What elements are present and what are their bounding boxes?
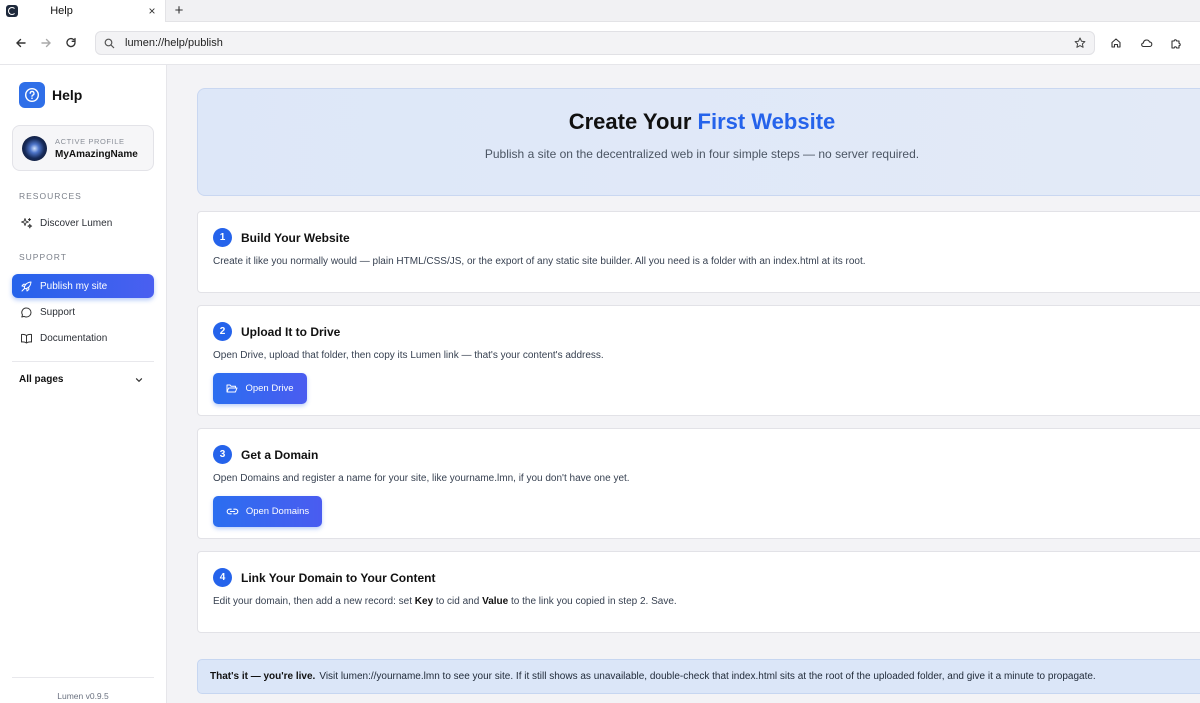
- sidebar-item-support[interactable]: Support: [12, 300, 154, 324]
- step-title: Get a Domain: [241, 447, 319, 462]
- step-number: 4: [213, 568, 232, 587]
- chevron-down-icon: [135, 377, 143, 382]
- address-url[interactable]: lumen://help/publish: [125, 37, 1074, 49]
- search-icon: [104, 38, 115, 48]
- reload-button[interactable]: [60, 32, 82, 54]
- step-description: Edit your domain, then add a new record:…: [213, 596, 1191, 607]
- book-icon: [19, 331, 33, 345]
- all-pages-toggle[interactable]: All pages: [19, 374, 144, 385]
- step-description: Open Domains and register a name for you…: [213, 473, 630, 484]
- step-card-3: 3 Get a Domain Open Domains and register…: [197, 428, 1200, 539]
- sidebar-item-label: Publish my site: [40, 280, 108, 292]
- extensions-button[interactable]: [1165, 32, 1187, 54]
- avatar: [22, 135, 47, 161]
- step-number: 2: [213, 322, 232, 341]
- button-label: Open Drive: [245, 383, 294, 394]
- button-label: Open Domains: [245, 506, 310, 517]
- note-text: Visit lumen://yourname.lmn to see your s…: [319, 671, 1096, 682]
- hero-banner: Create Your First Website Publish a site…: [197, 88, 1200, 196]
- open-drive-button[interactable]: Open Drive: [213, 373, 307, 404]
- desc-part: Edit your domain, then add a new record:…: [213, 596, 415, 607]
- tab-close-icon[interactable]: ×: [145, 4, 159, 18]
- app-version: Lumen v0.9.5: [57, 691, 109, 701]
- note-bold: That's it — you're live.: [210, 671, 316, 682]
- sidebar-item-discover-lumen[interactable]: Discover Lumen: [12, 211, 154, 235]
- cloud-icon: [1140, 39, 1152, 48]
- home-icon: [1111, 38, 1121, 48]
- sidebar-item-publish-my-site[interactable]: Publish my site: [12, 274, 154, 298]
- profile-name: MyAmazingName: [55, 148, 138, 160]
- key-term: Key: [414, 596, 434, 607]
- sidebar-item-label: Documentation: [40, 332, 108, 344]
- step-title: Upload It to Drive: [241, 324, 341, 339]
- value-term: Value: [482, 596, 509, 607]
- sidebar-title: Help: [52, 87, 83, 103]
- sidebar-footer-divider: [12, 677, 154, 678]
- sidebar-item-label: Discover Lumen: [40, 217, 113, 229]
- active-profile-card[interactable]: ACTIVE PROFILE MyAmazingName: [12, 125, 154, 171]
- folder-open-icon: [226, 383, 238, 394]
- star-icon[interactable]: [1074, 37, 1086, 49]
- tab-title: Help: [50, 4, 73, 17]
- step-title: Build Your Website: [241, 230, 350, 245]
- step-number: 3: [213, 445, 232, 464]
- step-card-2: 2 Upload It to Drive Open Drive, upload …: [197, 305, 1200, 416]
- completion-note: That's it — you're live. Visit lumen://y…: [197, 659, 1200, 694]
- cloud-button[interactable]: [1135, 32, 1157, 54]
- sparkles-icon: [19, 216, 33, 230]
- page-title: Create Your First Website: [198, 109, 1200, 135]
- desc-part: to cid and: [433, 596, 483, 607]
- resources-section-title: RESOURCES: [19, 191, 82, 201]
- step-title: Link Your Domain to Your Content: [241, 570, 436, 585]
- sidebar-divider: [12, 361, 154, 362]
- help-circle-icon: [19, 82, 45, 108]
- sidebar-brand: Help: [19, 82, 154, 108]
- step-description: Open Drive, upload that folder, then cop…: [213, 350, 604, 361]
- link-icon: [226, 506, 239, 517]
- main-content: Create Your First Website Publish a site…: [167, 65, 1200, 703]
- reload-icon: [66, 37, 76, 48]
- arrow-left-icon: [16, 38, 26, 48]
- open-domains-button[interactable]: Open Domains: [213, 496, 322, 527]
- all-pages-label: All pages: [19, 374, 64, 385]
- step-number: 1: [213, 228, 232, 247]
- new-tab-button[interactable]: +: [170, 2, 188, 20]
- desc-part: to the link you copied in step 2. Save.: [508, 596, 677, 607]
- chat-bubble-icon: [19, 305, 33, 319]
- browser-toolbar: lumen://help/publish: [0, 22, 1200, 65]
- support-section-title: SUPPORT: [19, 252, 67, 262]
- step-description: Create it like you normally would — plai…: [213, 256, 866, 267]
- page-title-prefix: Create Your: [568, 109, 698, 134]
- profile-label: ACTIVE PROFILE: [55, 136, 125, 146]
- sidebar-item-label: Support: [40, 306, 76, 318]
- page-subtitle: Publish a site on the decentralized web …: [484, 147, 920, 161]
- step-card-4: 4 Link Your Domain to Your Content Edit …: [197, 551, 1200, 633]
- arrow-right-icon: [41, 38, 51, 48]
- home-button[interactable]: [1105, 32, 1127, 54]
- back-button[interactable]: [10, 32, 32, 54]
- browser-tab[interactable]: Help ×: [0, 0, 166, 22]
- lumen-favicon-icon: [6, 4, 18, 17]
- puzzle-icon: [1171, 39, 1181, 49]
- address-bar[interactable]: lumen://help/publish: [95, 31, 1095, 55]
- sidebar-item-documentation[interactable]: Documentation: [12, 326, 154, 350]
- page-title-accent: First Website: [697, 109, 836, 134]
- forward-button[interactable]: [35, 32, 57, 54]
- rocket-icon: [19, 279, 33, 293]
- sidebar: Help ACTIVE PROFILE MyAmazingName RESOUR…: [0, 65, 167, 703]
- tab-strip: Help × +: [0, 0, 1200, 22]
- step-card-1: 1 Build Your Website Create it like you …: [197, 211, 1200, 293]
